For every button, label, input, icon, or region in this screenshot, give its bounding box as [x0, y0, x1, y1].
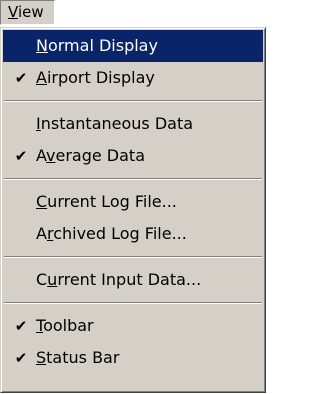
- menu-item-toolbar[interactable]: ✔ Toolbar: [3, 310, 263, 342]
- menu-item-average-data[interactable]: ✔ Average Data: [3, 140, 263, 172]
- current-log-file-check-icon: [13, 186, 29, 218]
- view-menu[interactable]: View: [0, 0, 55, 25]
- menu-item-instantaneous-data[interactable]: Instantaneous Data: [3, 108, 263, 140]
- airport-display-check-icon: ✔: [14, 69, 28, 87]
- menu-item-current-log-file[interactable]: Current Log File...: [3, 186, 263, 218]
- menu-item-archived-log-file[interactable]: Archived Log File...: [3, 218, 263, 250]
- menu-item-normal-display[interactable]: Normal Display: [3, 30, 263, 62]
- archived-log-file-check-icon: [13, 218, 29, 250]
- average-data-check-icon: ✔: [14, 147, 28, 165]
- current-input-data-accelerator: u: [47, 270, 58, 289]
- menu-item-status-bar[interactable]: ✔ Status Bar: [3, 342, 263, 374]
- current-log-file-accelerator: C: [36, 192, 48, 211]
- toolbar-accelerator: T: [36, 316, 44, 335]
- toolbar-check-icon: ✔: [14, 317, 28, 335]
- menu-separator: [3, 250, 263, 264]
- menu-separator: [3, 296, 263, 310]
- normal-display-accelerator: N: [36, 36, 48, 55]
- status-bar-accelerator: S: [36, 348, 47, 367]
- menu-separator: [3, 172, 263, 186]
- view-dropdown-menu: Normal Display ✔ Airport Display Instanta…: [0, 27, 266, 393]
- airport-display-accelerator: A: [36, 68, 47, 87]
- menu-item-airport-display[interactable]: ✔ Airport Display: [3, 62, 263, 94]
- status-bar-check-icon: ✔: [14, 349, 28, 367]
- menu-separator: [3, 94, 263, 108]
- view-menu-accelerator: V: [8, 3, 18, 21]
- normal-display-check-icon: [13, 30, 29, 62]
- menu-item-current-input-data[interactable]: Current Input Data...: [3, 264, 263, 296]
- instantaneous-data-check-icon: [13, 108, 29, 140]
- view-menu-label-post: iew: [17, 3, 44, 21]
- current-input-data-check-icon: [13, 264, 29, 296]
